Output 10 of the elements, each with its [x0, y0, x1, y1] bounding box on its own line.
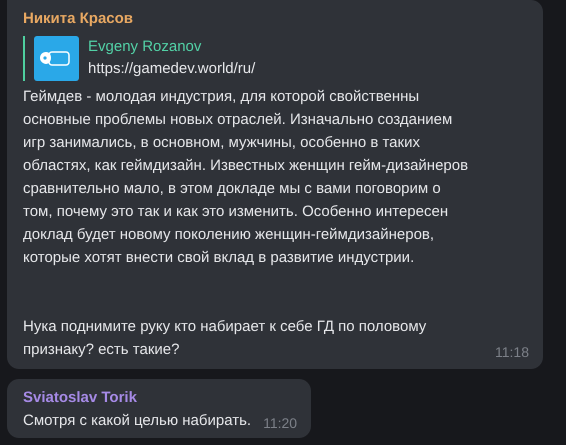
message-text: Геймдев - молодая индустрия, для которой свойственны основные проблемы новых отраслей. Изначально созданием игр занимались, в основном, мужчины, особенно в таких областях, как геймдизайн. Известных женщин гейм-дизайнеров сравнительно мало, в этом докладе мы с вами поговорим о том, почему это так и как это изменить. Особенно интересен доклад будет новому поколению женщин-геймдизайнеров, которые хотят внести свой вклад в развитие индустрии. Нука поднимите руку кто набирает к себе ГД по половому признаку? есть такие?	[23, 87, 468, 360]
message-time: 11:20	[263, 414, 298, 432]
preview-url: https://gamedev.world/ru/	[88, 59, 256, 79]
message-time: 11:18	[495, 343, 529, 361]
message-text: Смотря с какой целью набирать.	[23, 411, 252, 431]
link-preview[interactable]: Evgeny Rozanov https://gamedev.world/ru/	[23, 36, 256, 81]
sender-name[interactable]: Никита Красов	[23, 8, 134, 30]
sender-name[interactable]: Sviatoslav Torik	[23, 387, 137, 409]
logo-icon	[34, 36, 79, 81]
preview-title: Evgeny Rozanov	[88, 37, 202, 57]
